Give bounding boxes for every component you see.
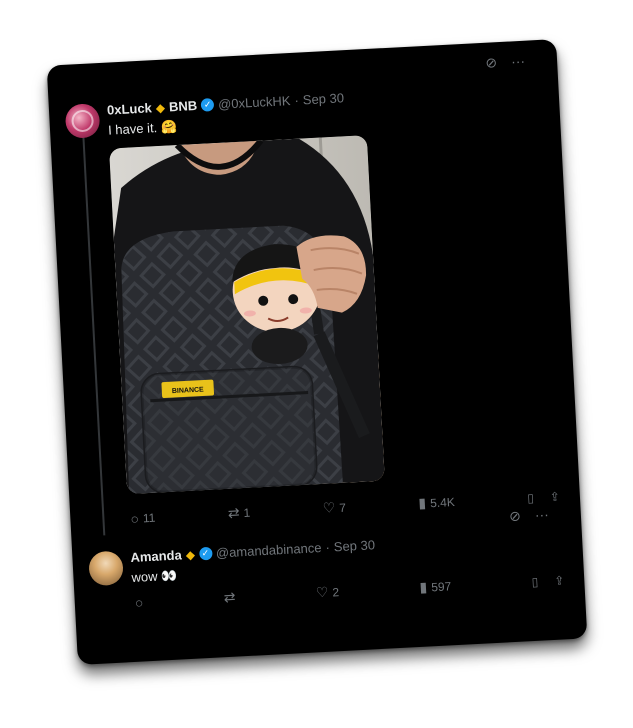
post1-right-actions: ▯ ⇪ [527,489,560,505]
bookmark-icon[interactable]: ▯ [531,574,538,588]
retweet-button[interactable]: ⇄ 1 [227,504,250,522]
post2-action-bar: ○ ⇄ ♡ 2 ▮ 597 ▯ ⇪ [134,571,564,610]
screenshot-stage: ⊘ ··· 0xLuck ◆ BNB ✓ @0xLuckHK · Sep 30 … [0,0,633,728]
reply-count: 11 [142,510,156,525]
post-date[interactable]: Sep 30 [302,90,344,107]
verified-badge-icon: ✓ [198,546,213,561]
grok-icon[interactable]: ⊘ [509,508,522,526]
post1-photo[interactable]: BINANCE [109,135,385,495]
views-button[interactable]: ▮ 5.4K [418,493,455,512]
avatar[interactable] [64,103,101,139]
bnb-diamond-icon: ◆ [155,100,166,115]
grok-icon[interactable]: ⊘ [485,54,498,72]
share-icon[interactable]: ⇪ [549,489,560,504]
reply-button[interactable]: ○ 11 [130,509,156,526]
bar-chart-icon: ▮ [417,494,427,511]
reply-icon: ○ [130,510,140,527]
retweet-icon: ⇄ [223,588,236,606]
views-count: 5.4K [429,494,456,510]
verified-badge-icon: ✓ [200,98,215,112]
bookmark-icon[interactable]: ▯ [527,490,534,504]
post2-top-icons: ⊘ ··· [509,506,550,525]
post-date[interactable]: Sep 30 [333,537,375,554]
post1-text: I have it. 🤗 [107,119,178,138]
retweet-icon: ⇄ [227,504,240,521]
post1-header: 0xLuck ◆ BNB ✓ @0xLuckHK · Sep 30 [107,90,345,117]
author-name-suffix[interactable]: BNB [169,98,198,114]
heart-icon: ♡ [322,499,336,516]
backpack-photo-illustration: BINANCE [109,135,385,495]
bar-chart-icon: ▮ [419,578,428,595]
post2-right-actions: ▯ ⇪ [531,573,564,589]
like-button[interactable]: ♡ 2 [315,583,339,601]
avatar[interactable] [88,550,124,587]
views-count: 597 [430,578,452,594]
separator-dot: · [325,539,331,555]
post2-text: wow 👀 [131,567,178,586]
share-icon[interactable]: ⇪ [554,573,565,588]
author-name[interactable]: Amanda [130,547,182,565]
post1-top-icons: ⊘ ··· [485,53,526,72]
heart-icon: ♡ [315,583,329,601]
post1-action-bar: ○ 11 ⇄ 1 ♡ 7 ▮ 5.4K ▯ ⇪ [130,487,560,526]
views-button[interactable]: ▮ 597 [419,577,452,596]
like-count: 7 [338,500,347,515]
post2-header: Amanda ◆ ✓ @amandabinance · Sep 30 [130,537,375,565]
retweet-button[interactable]: ⇄ [223,589,236,607]
separator-dot: · [294,92,300,108]
like-count: 2 [332,584,340,600]
author-handle[interactable]: @0xLuckHK [218,93,291,112]
bnb-diamond-icon: ◆ [185,547,196,562]
like-button[interactable]: ♡ 7 [322,499,346,517]
reply-icon: ○ [134,593,144,611]
thread-connector-line [81,123,106,536]
retweet-count: 1 [243,505,251,520]
author-name[interactable]: 0xLuck [107,100,153,117]
reply-button[interactable]: ○ [134,594,143,610]
more-options-icon[interactable]: ··· [511,53,526,71]
more-options-icon[interactable]: ··· [534,506,549,524]
author-handle[interactable]: @amandabinance [216,540,322,561]
tweet-thread-card: ⊘ ··· 0xLuck ◆ BNB ✓ @0xLuckHK · Sep 30 … [46,39,588,665]
